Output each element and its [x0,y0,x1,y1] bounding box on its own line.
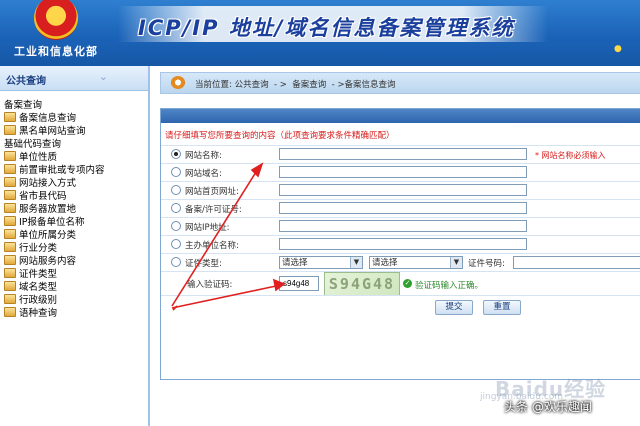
menu-item-server-location[interactable]: 服务器放置地 [0,203,148,216]
menu-item-blacklist-query[interactable]: 黑名单网站查询 [0,125,148,138]
menu-item-access-method[interactable]: 网站接入方式 [0,177,148,190]
field-row-license: 备案/许可证号: [161,199,640,217]
captcha-input[interactable] [279,276,319,291]
breadcrumb: 当前位置: 公共查询 - > 备案查询 - >备案信息查询 [195,80,396,90]
field-row-captcha: 输入验证码: S94G48 ✓ 验证码输入正确。 [161,271,640,296]
folder-icon [4,307,16,317]
captcha-label: 输入验证码: [187,280,233,290]
host-unit-input[interactable] [279,238,527,250]
menu-item-ip-unit-name[interactable]: IP报备单位名称 [0,216,148,229]
homepage-url-input[interactable] [279,184,527,196]
field-row-cert: 证件类型: 请选择 ▼ 请选择 ▼ 证件号码: [161,253,640,271]
folder-icon [4,177,16,187]
required-note: * 网站名称必须输入 [535,151,606,160]
folder-icon [4,112,16,122]
menu-item-domain-type[interactable]: 域名类型 [0,281,148,294]
captcha-image[interactable]: S94G48 [324,272,400,296]
menu-item-region-code[interactable]: 省市县代码 [0,190,148,203]
folder-icon [4,229,16,239]
radio-ip[interactable] [171,221,181,231]
submit-button[interactable]: 提交 [435,300,473,315]
folder-icon [4,125,16,135]
radio-cert[interactable] [171,257,181,267]
site-name-input[interactable] [279,148,527,160]
sidebar-header: 公共查询 ⌄ [0,66,148,91]
menu-item-language[interactable]: 语种查询 [0,307,148,320]
field-label: 网站域名: [185,169,222,179]
menu-item-admin-level[interactable]: 行政级别 [0,294,148,307]
folder-icon [4,203,16,213]
source-watermark: 头条 @欢乐趣闻 [504,400,592,414]
folder-icon [4,268,16,278]
folder-icon [4,164,16,174]
ministry-name: 工业和信息化部 [14,45,98,58]
site-ip-input[interactable] [279,220,527,232]
menu-item-record-info-query[interactable]: 备案信息查询 [0,112,148,125]
menu-item-industry[interactable]: 行业分类 [0,242,148,255]
cert-type-select[interactable]: 请选择 ▼ [279,256,363,269]
field-row-host-unit: 主办单位名称: [161,235,640,253]
top-banner: 工业和信息化部 ICP/IP 地址/域名信息备案管理系统 ● [0,0,640,66]
field-label: 证件类型: [185,259,222,269]
cert-number-input[interactable] [513,256,640,269]
radio-site-name[interactable] [171,149,181,159]
field-label: 网站IP地址: [185,223,230,233]
menu-item-unit-nature[interactable]: 单位性质 [0,151,148,164]
query-form: 请仔细填写您所要查询的内容（此项查询要求条件精确匹配） 网站名称: * 网站名称… [160,108,640,380]
sidebar-menu: 备案查询 备案信息查询 黑名单网站查询 基础代码查询 单位性质 前置审批或专项内… [0,91,148,320]
button-row: 提交 重置 [161,295,640,318]
collapse-chevron-icon[interactable]: ⌄ [99,70,108,83]
menu-group-base-code-query[interactable]: 基础代码查询 [0,138,148,151]
radio-host-unit[interactable] [171,239,181,249]
field-label: 网站名称: [185,151,222,161]
license-number-input[interactable] [279,202,527,214]
location-icon [171,76,185,89]
folder-icon [4,255,16,265]
domain-input[interactable] [279,166,527,178]
field-row-site-name: 网站名称: * 网站名称必须输入 [161,145,640,163]
cert-number-label: 证件号码: [468,259,505,269]
folder-icon [4,294,16,304]
radio-homepage[interactable] [171,185,181,195]
sidebar-title: 公共查询 [6,76,46,87]
form-notice: 请仔细填写您所要查询的内容（此项查询要求条件精确匹配） [165,131,395,141]
captcha-status: 验证码输入正确。 [415,281,484,291]
check-circle-icon: ✓ [403,279,412,288]
field-row-homepage: 网站首页网址: [161,181,640,199]
chevron-down-icon: ▼ [350,257,362,268]
system-title: ICP/IP 地址/域名信息备案管理系统 [138,16,515,40]
field-row-domain: 网站域名: [161,163,640,181]
radio-license[interactable] [171,203,181,213]
field-label: 主办单位名称: [185,241,239,251]
chevron-down-icon: ▼ [450,257,462,268]
home-icon[interactable]: ● [614,44,636,58]
menu-item-unit-category[interactable]: 单位所属分类 [0,229,148,242]
menu-item-cert-type[interactable]: 证件类型 [0,268,148,281]
menu-item-pre-approval[interactable]: 前置审批或专项内容 [0,164,148,177]
national-emblem-icon [34,0,78,40]
reset-button[interactable]: 重置 [483,300,521,315]
folder-icon [4,216,16,226]
menu-group-record-query[interactable]: 备案查询 [0,99,148,112]
cert-subtype-select[interactable]: 请选择 ▼ [369,256,463,269]
folder-icon [4,151,16,161]
field-row-ip: 网站IP地址: [161,217,640,235]
field-label: 备案/许可证号: [185,205,242,215]
left-sidebar: 公共查询 ⌄ 备案查询 备案信息查询 黑名单网站查询 基础代码查询 单位性质 前… [0,66,150,426]
folder-icon [4,242,16,252]
folder-icon [4,281,16,291]
radio-domain[interactable] [171,167,181,177]
field-label: 网站首页网址: [185,187,239,197]
menu-item-service-content[interactable]: 网站服务内容 [0,255,148,268]
main-content: 当前位置: 公共查询 - > 备案查询 - >备案信息查询 请仔细填写您所要查询… [150,66,640,426]
form-header-bar [161,109,640,123]
folder-icon [4,190,16,200]
breadcrumb-bar: 当前位置: 公共查询 - > 备案查询 - >备案信息查询 [160,72,640,94]
